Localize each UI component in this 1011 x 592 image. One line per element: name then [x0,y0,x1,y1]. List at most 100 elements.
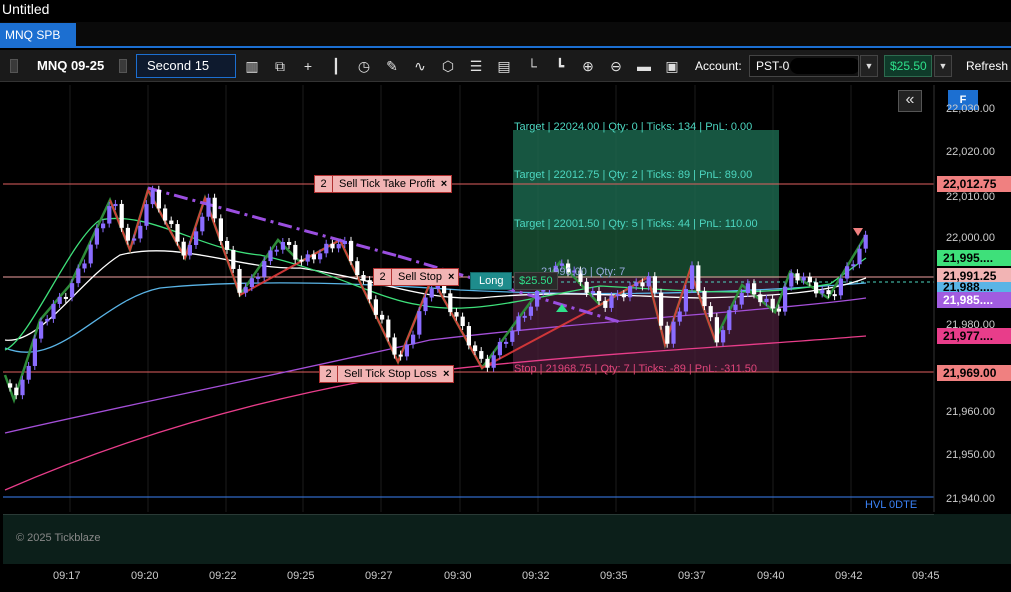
time-axis-label: 09:37 [678,570,706,582]
take-profit-label: Sell Tick Take Profit [339,178,435,190]
stop-loss-order[interactable]: 2 Sell Tick Stop Loss × [319,365,455,383]
crosshair-icon[interactable]: + [298,56,318,76]
candle-body [349,240,354,262]
candle-body [807,276,812,283]
candle-body [708,306,713,318]
time-axis-label: 09:27 [365,570,393,582]
candle-body [200,216,205,232]
stop-loss-close-icon[interactable]: × [443,366,453,382]
sell-stop-order[interactable]: 2 Sell Stop × [373,268,460,286]
candle-body [355,261,360,276]
sell-stop-close-icon[interactable]: × [448,269,458,285]
candle-body [795,273,800,281]
candle-body [206,197,211,217]
candle-body [212,197,217,219]
candle-body [454,312,459,317]
interval-selector[interactable]: Second 15 [136,54,236,78]
toolbar-grip-handle[interactable] [10,59,18,73]
candle-body [584,281,589,293]
save-icon[interactable]: ▣ [662,56,682,76]
stop-loss-qty: 2 [320,366,338,382]
candle-body [479,351,484,359]
candle-body [361,275,366,281]
candle-body [45,318,50,322]
candle-body [776,308,781,312]
candles-icon[interactable]: ┃ [326,56,346,76]
toolbar-grip-handle[interactable] [119,59,127,73]
candle-body [367,280,372,300]
take-profit-order[interactable]: 2 Sell Tick Take Profit × [314,175,453,193]
candle-body [330,243,335,249]
candle-body [733,304,738,311]
collapse-panel-button[interactable]: « [898,90,922,112]
axis-icon[interactable]: └ [522,56,542,76]
candle-body [169,220,174,225]
price-tag-green-ma: 21,995.... [937,250,1011,266]
position-side[interactable]: Long [470,272,513,290]
candle-body [101,223,106,229]
candle-body [541,289,546,292]
instrument-selector[interactable]: MNQ 09-25 [37,58,104,73]
candle-body [714,317,719,343]
list-icon[interactable]: ☰ [466,56,486,76]
candle-body [88,244,93,264]
zoom-in-icon[interactable]: ⊕ [578,56,598,76]
bars-icon[interactable]: ▥ [242,56,262,76]
chart-type-icon[interactable]: ⧉ [270,56,290,76]
candle-body [845,266,850,279]
candle-body [659,292,664,326]
candle-body [510,330,515,342]
account-dropdown-chevron-icon[interactable]: ▼ [860,55,878,77]
candle-body [249,278,254,288]
candle-body [770,298,775,309]
cube-icon[interactable]: ⬡ [438,56,458,76]
candle-body [851,264,856,267]
zigzag-icon[interactable]: ∿ [410,56,430,76]
price-axis-label: 21,940.00 [946,493,995,505]
candle-body [107,206,112,224]
take-profit-close-icon[interactable]: × [441,176,451,192]
candle-body [727,310,732,331]
refresh-button[interactable]: Refresh [966,59,1008,73]
hvl-label: HVL 0DTE [865,499,918,511]
tab-mnq-spb[interactable]: MNQ SPB [0,23,76,47]
candle-body [324,243,329,254]
pnl-dropdown-chevron-icon[interactable]: ▼ [934,55,952,77]
target-label-3: Target | 22001.50 | Qty: 5 | Ticks: 44 |… [514,218,758,230]
indicator-panel [3,514,934,564]
candle-body [702,291,707,307]
candle-body [485,358,490,368]
candle-body [20,379,25,396]
candle-body [423,297,428,312]
window-title: Untitled [2,1,50,17]
candle-body [132,238,137,241]
candle-body [677,311,682,322]
candle-body [640,282,645,287]
candle-body [615,294,620,297]
candle-body [590,291,595,294]
time-axis-label: 09:17 [53,570,81,582]
doc-icon[interactable]: ▤ [494,56,514,76]
time-axis-label: 09:32 [522,570,550,582]
candle-body [516,316,521,331]
pencil-icon[interactable]: ✎ [382,56,402,76]
candle-body [721,330,726,343]
folder-icon[interactable]: ▬ [634,56,654,76]
candle-body [237,268,242,293]
tab-bar: MNQ SPB [0,22,1011,48]
candle-body [386,319,391,338]
axis-alt-icon[interactable]: ┗ [550,56,570,76]
candle-body [243,287,248,293]
candle-body [628,286,633,298]
candle-body [820,290,825,294]
candle-body [280,241,285,250]
clock-icon[interactable]: ◷ [354,56,374,76]
watermark: © 2025 Tickblaze [16,532,101,544]
candle-body [218,218,223,241]
candle-body [739,293,744,305]
price-axis-label: 22,010.00 [946,191,995,203]
zoom-out-icon[interactable]: ⊖ [606,56,626,76]
account-selector[interactable]: PST-0 [749,55,859,77]
candle-body [417,311,422,335]
account-value: PST-0 [756,59,790,73]
